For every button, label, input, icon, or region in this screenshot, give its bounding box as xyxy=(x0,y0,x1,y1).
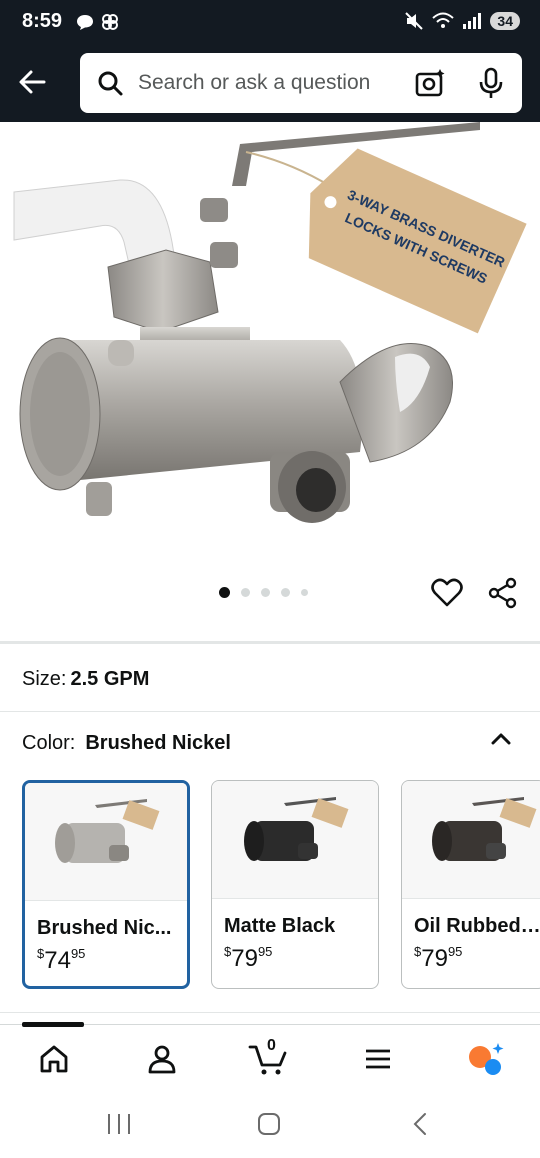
collapse-color-button[interactable] xyxy=(488,726,514,757)
chevron-up-icon xyxy=(491,733,511,745)
image-carousel-indicator xyxy=(219,587,308,598)
section-divider xyxy=(0,641,540,644)
microphone-icon[interactable] xyxy=(478,67,504,99)
system-navigation xyxy=(0,1090,540,1158)
size-label: Size: xyxy=(22,668,67,690)
swatch-name: Matte Black xyxy=(224,915,336,937)
swatch-price: $7495 xyxy=(37,946,86,974)
color-value: Brushed Nickel xyxy=(85,732,231,754)
color-option-brushed-nickel[interactable]: Brushed Nic... $7495 xyxy=(22,780,190,989)
nav-home[interactable] xyxy=(34,1039,74,1079)
bottom-navigation: 0 xyxy=(0,1022,540,1090)
swatch-price: $7995 xyxy=(414,944,463,972)
carousel-dot xyxy=(281,588,290,597)
product-photo: 3-WAY BRASS DIVERTER LOCKS WITH SCREWS xyxy=(13,122,527,523)
swatch-thumbnail xyxy=(212,781,378,899)
section-divider xyxy=(0,1012,540,1013)
color-option-matte-black[interactable]: Matte Black $7995 xyxy=(211,780,379,989)
carousel-dot xyxy=(301,589,308,596)
heart-icon xyxy=(431,578,463,607)
camera-search-icon[interactable] xyxy=(414,67,446,99)
carousel-dot xyxy=(261,588,270,597)
nav-cart[interactable]: 0 xyxy=(248,1037,288,1079)
status-bar: 8:59 34 xyxy=(0,0,540,46)
menu-icon xyxy=(366,1049,390,1069)
size-value: 2.5 GPM xyxy=(70,668,150,690)
back-nav-icon[interactable] xyxy=(410,1112,430,1136)
recent-apps-icon[interactable] xyxy=(106,1112,132,1136)
size-selector[interactable]: Size: 2.5 GPM xyxy=(22,668,149,691)
search-input[interactable]: Search or ask a question xyxy=(138,71,370,95)
product-image[interactable]: 3-WAY BRASS DIVERTER LOCKS WITH SCREWS xyxy=(0,122,540,562)
account-icon xyxy=(148,1045,176,1074)
color-option-oil-rubbed[interactable]: Oil Rubbed ... $7995 xyxy=(401,780,540,989)
search-bar[interactable]: Search or ask a question xyxy=(80,53,522,113)
arrow-left-icon xyxy=(19,70,46,94)
nav-account[interactable] xyxy=(142,1039,182,1079)
status-time: 8:59 xyxy=(22,10,63,32)
search-header: Search or ask a question xyxy=(0,46,540,122)
color-label: Color: xyxy=(22,732,76,754)
share-button[interactable] xyxy=(486,576,520,615)
swatch-thumbnail xyxy=(25,783,187,901)
home-button-icon[interactable] xyxy=(257,1112,281,1136)
swatch-price: $7995 xyxy=(224,944,273,972)
search-icon xyxy=(98,71,123,96)
carousel-dot xyxy=(241,588,250,597)
wishlist-button[interactable] xyxy=(430,576,464,615)
cart-count: 0 xyxy=(267,1037,276,1054)
color-selector-header: Color: Brushed Nickel xyxy=(22,732,231,755)
wifi-icon xyxy=(432,12,455,28)
rufus-icon xyxy=(469,1043,504,1075)
mute-icon xyxy=(405,12,424,30)
home-icon xyxy=(40,1045,68,1073)
section-divider xyxy=(0,711,540,712)
swatch-name: Brushed Nic... xyxy=(37,917,172,939)
back-button[interactable] xyxy=(14,64,50,100)
carousel-dot-active xyxy=(219,587,230,598)
chat-bubble-icon xyxy=(77,15,93,30)
nav-menu[interactable] xyxy=(358,1039,398,1079)
share-icon xyxy=(488,577,517,609)
signal-icon xyxy=(463,13,482,29)
pinwheel-icon xyxy=(102,14,118,30)
swatch-name: Oil Rubbed ... xyxy=(414,915,540,937)
battery-indicator: 34 xyxy=(490,12,520,30)
swatch-thumbnail xyxy=(402,781,540,899)
active-tab-indicator xyxy=(22,1022,84,1027)
nav-rufus[interactable] xyxy=(466,1039,506,1079)
